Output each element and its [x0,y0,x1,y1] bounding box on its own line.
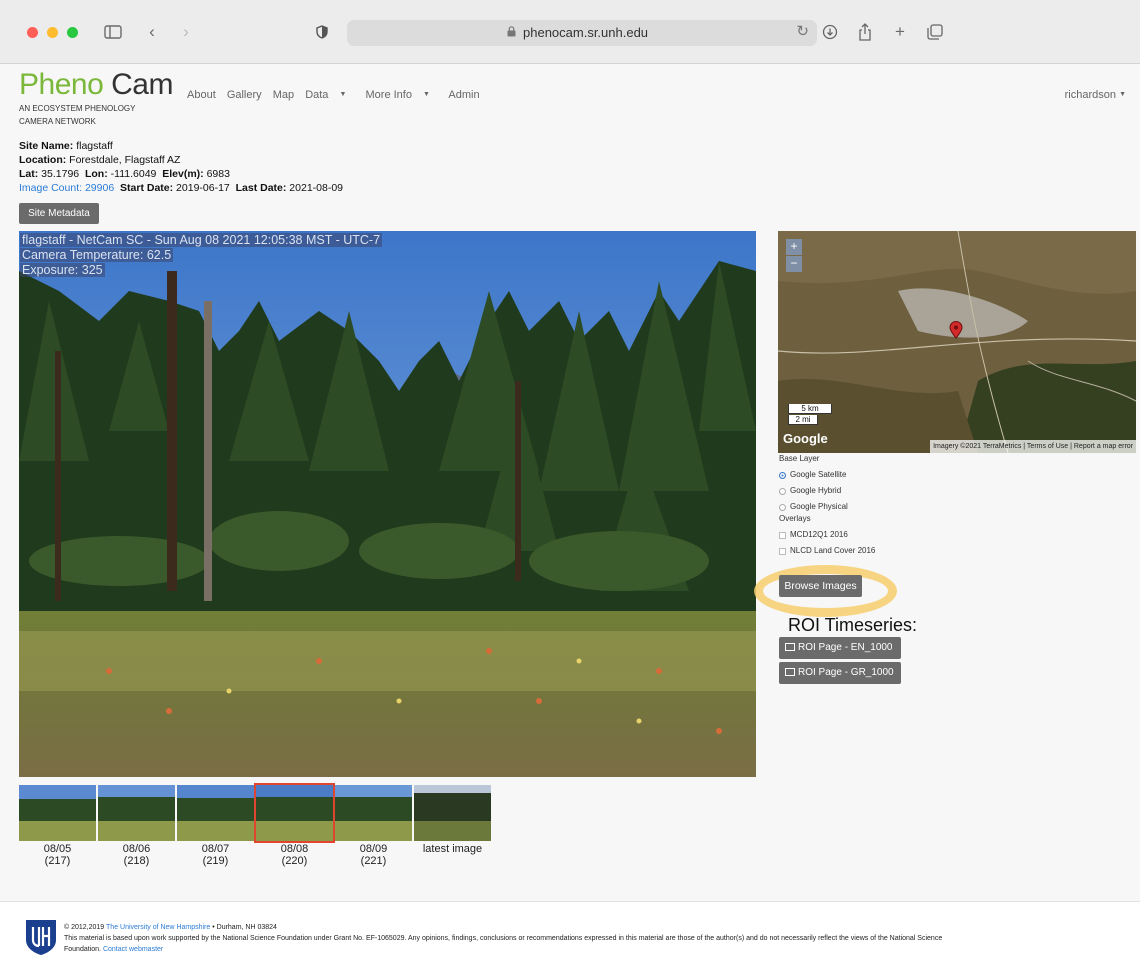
thumbnail-caption: 08/07 (219) [201,843,230,867]
unh-link[interactable]: The University of New Hampshire [106,924,210,931]
sidebar-toggle-icon[interactable] [102,20,124,44]
photo-caption-line3: Exposure: 325 [20,263,105,277]
thumbnail-caption: 08/08 (220) [280,843,309,867]
new-tab-icon[interactable]: + [890,20,910,44]
address-bar[interactable]: phenocam.sr.unh.edu ↻ [347,20,817,46]
last-date: 2021-08-09 [289,182,344,194]
lock-icon [507,26,516,37]
thumbnail-latest[interactable] [414,785,491,841]
contact-webmaster-link[interactable]: Contact webmaster [103,946,163,953]
map-scale-mi: 2 mi [788,415,818,425]
overlays-label: Overlays [779,514,811,523]
main-nav: About Gallery Map Data ▼ More Info ▼ Adm… [187,89,488,101]
checkbox[interactable] [779,548,786,555]
map-scale-km: 5 km [788,404,832,414]
nav-about[interactable]: About [187,89,216,101]
site-map[interactable]: + − 5 km 2 mi Google Imagery ©2021 Terra… [778,231,1136,453]
site-info: Site Name: flagstaff Location: Forestdal… [19,140,344,194]
page-content: Pheno Cam AN ECOSYSTEM PHENOLOGY CAMERA … [0,64,1140,972]
layer-google-physical[interactable]: Google Physical [779,501,875,513]
chevron-down-icon: ▼ [1119,91,1126,98]
chevron-down-icon: ▼ [423,91,430,98]
shield-icon[interactable] [312,20,332,44]
tab-overview-icon[interactable] [925,20,945,44]
user-menu[interactable]: richardson ▼ [1065,89,1126,101]
footer: © 2012,2019 The University of New Hampsh… [0,902,1140,972]
site-lon: -111.6049 [110,168,157,180]
base-layer-label: Base Layer [779,454,820,463]
thumbnail-0806[interactable] [98,785,175,841]
radio-selected[interactable] [779,472,786,479]
roi-page-gr-button[interactable]: ROI Page - GR_1000 [779,662,901,684]
back-icon[interactable]: ‹ [143,20,161,44]
browse-images-button[interactable]: Browse Images [779,575,862,597]
nav-gallery[interactable]: Gallery [227,89,262,101]
nav-more-info-dropdown[interactable]: More Info ▼ [366,89,438,101]
google-logo: Google [783,431,828,446]
nav-map[interactable]: Map [273,89,294,101]
radio[interactable] [779,504,786,511]
nav-admin[interactable]: Admin [448,89,479,101]
photo-caption-line2: Camera Temperature: 62.5 [20,248,174,262]
thumbnail-caption: latest image [422,843,483,855]
site-lat: 35.1796 [41,168,80,180]
chevron-down-icon: ▼ [339,91,347,98]
forest-meadow-photo [19,231,756,777]
download-icon[interactable] [820,20,840,44]
map-layer-control: Base Layer Google Satellite Google Hybri… [779,453,875,557]
thumbnail-0809[interactable] [335,785,412,841]
thumbnail-caption: 08/06 (218) [122,843,151,867]
share-icon[interactable] [855,20,875,44]
nav-data-dropdown[interactable]: Data ▼ [305,89,354,101]
location-marker-icon[interactable] [949,321,963,339]
layer-google-hybrid[interactable]: Google Hybrid [779,485,875,497]
thumbnail-0808-selected[interactable] [254,783,335,843]
layer-google-satellite[interactable]: Google Satellite [779,469,875,481]
site-location: Forestdale, Flagstaff AZ [69,154,181,166]
camera-image[interactable]: flagstaff - NetCam SC - Sun Aug 08 2021 … [19,231,756,777]
browser-toolbar: ‹ › phenocam.sr.unh.edu ↻ + [0,0,1140,64]
roi-page-en-button[interactable]: ROI Page - EN_1000 [779,637,901,659]
photo-caption-line1: flagstaff - NetCam SC - Sun Aug 08 2021 … [20,233,383,247]
map-attribution[interactable]: Imagery ©2021 TerraMetrics | Terms of Us… [930,440,1136,453]
satellite-map-image [778,231,1136,453]
minimize-window-button[interactable] [47,27,58,38]
chart-icon [785,668,795,676]
site-name: flagstaff [76,140,113,152]
thumbnail-caption: 08/05 (217) [43,843,72,867]
overlay-nlcd[interactable]: NLCD Land Cover 2016 [779,545,875,557]
image-count-link[interactable]: Image Count: 29906 [19,182,114,194]
thumbnail-0805[interactable] [19,785,96,841]
chart-icon [785,643,795,651]
thumbnail-caption: 08/09 (221) [359,843,388,867]
forward-icon[interactable]: › [177,20,195,44]
checkbox[interactable] [779,532,786,539]
map-zoom-in-button[interactable]: + [786,239,802,255]
overlay-mcd12q1[interactable]: MCD12Q1 2016 [779,529,875,541]
thumbnail-0807[interactable] [177,785,254,841]
reload-icon[interactable]: ↻ [796,22,809,40]
logo-tagline: AN ECOSYSTEM PHENOLOGY CAMERA NETWORK [19,104,136,126]
map-zoom-out-button[interactable]: − [786,256,802,272]
close-window-button[interactable] [27,27,38,38]
footer-text: © 2012,2019 The University of New Hampsh… [64,924,943,953]
url-text: phenocam.sr.unh.edu [523,25,649,40]
site-elev: 6983 [206,168,230,180]
phenocam-logo[interactable]: Pheno Cam [19,68,173,102]
zoom-window-button[interactable] [67,27,78,38]
start-date: 2019-06-17 [176,182,230,194]
roi-timeseries-heading: ROI Timeseries: [788,615,918,635]
site-metadata-button[interactable]: Site Metadata [19,203,99,224]
unh-shield-logo [26,920,56,955]
radio[interactable] [779,488,786,495]
